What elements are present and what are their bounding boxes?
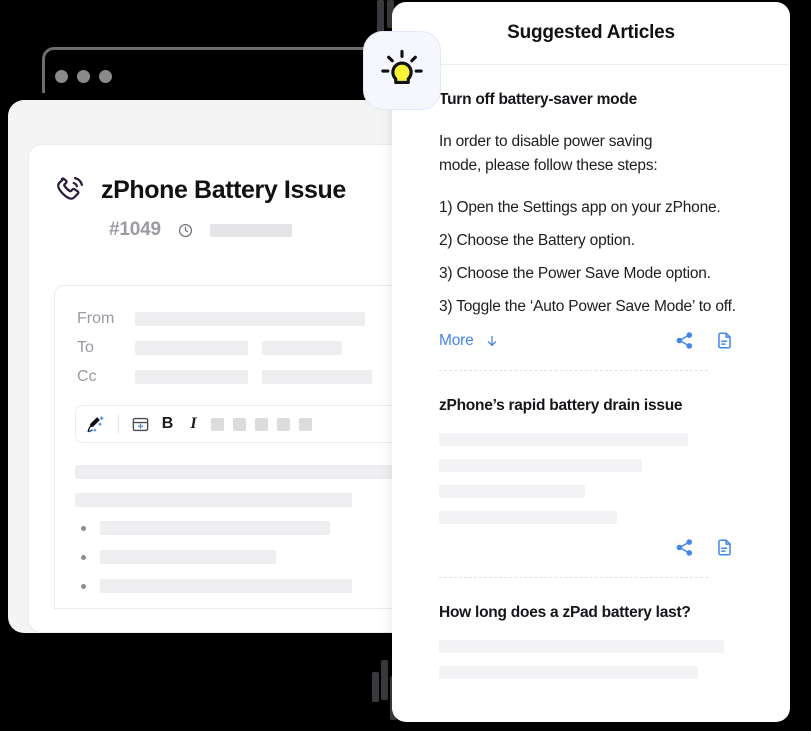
field-value-cc-2[interactable] [262,369,372,384]
article-title: zPhone’s rapid battery drain issue [439,397,683,415]
field-value-to-1[interactable] [135,340,248,355]
article-item[interactable]: Turn off battery-saver mode In order to … [439,65,790,372]
article-skeleton [439,433,768,525]
magic-pen-icon[interactable] [85,414,106,435]
list-item [75,521,419,535]
field-row-to[interactable]: To [55,333,419,362]
body-bullet-list [75,521,419,593]
compose-panel: From To Cc B I [54,285,419,609]
bullet-line-1 [100,521,330,535]
document-icon[interactable] [715,538,734,557]
article-skeleton [439,640,768,680]
more-label: More [439,331,474,349]
skeleton-line [439,459,642,473]
italic-button[interactable]: I [185,415,202,433]
ticket-header: zPhone Battery Issue [29,145,419,207]
bullet-line-3 [100,579,352,593]
toolbar-button-4[interactable] [277,417,290,431]
window-traffic-lights [55,70,112,83]
field-value-cc-1[interactable] [135,369,248,384]
panel-body: Turn off battery-saver mode In order to … [392,65,790,680]
article-step: 3) Toggle the ‘Auto Power Save Mode’ to … [439,298,736,316]
list-item [75,579,419,593]
article-title: How long does a zPad battery last? [439,604,691,622]
suggested-articles-panel: Suggested Articles Turn off battery-save… [392,2,790,722]
article-title: Turn off battery-saver mode [439,91,637,108]
toolbar-divider [118,414,119,434]
toolbar-button-1[interactable] [211,417,224,431]
window-dot-3 [99,70,112,83]
field-row-from[interactable]: From [55,304,419,333]
field-row-cc[interactable]: Cc [55,362,419,391]
ticket-card: zPhone Battery Issue #1049 From To Cc B … [28,144,420,633]
skeleton-line [439,666,698,680]
field-label-from: From [77,309,115,327]
more-button[interactable]: More [439,332,499,350]
share-icon[interactable] [675,331,694,350]
article-step: 2) Choose the Battery option. [439,232,635,250]
page-title: zPhone Battery Issue [101,175,346,204]
share-icon[interactable] [675,538,694,557]
ticket-id: #1049 [109,219,161,240]
decor-tail-5 [372,672,379,702]
field-label-cc: Cc [77,367,97,385]
bullet-icon [81,583,86,589]
article-item[interactable]: zPhone’s rapid battery drain issue [439,371,790,579]
message-body[interactable] [55,443,419,593]
article-item[interactable]: How long does a zPad battery last? [439,578,790,680]
article-paragraph: In order to disable power saving mode, p… [439,133,658,174]
field-value-to-2[interactable] [262,340,342,355]
bullet-icon [81,554,86,560]
body-line-2 [75,493,352,507]
skeleton-line [439,433,688,447]
ticket-meta: #1049 [109,219,419,241]
field-value-from[interactable] [135,311,365,326]
ticket-time-placeholder [209,223,292,237]
panel-title: Suggested Articles [507,22,675,43]
article-steps: 1) Open the Settings app on your zPhone.… [439,199,768,316]
article-action-icons [675,331,734,350]
article-step: 1) Open the Settings app on your zPhone. [439,199,721,217]
skeleton-line [439,485,585,499]
bold-button[interactable]: B [159,415,176,433]
article-actions: More [439,331,768,350]
toolbar-button-5[interactable] [299,417,312,431]
toolbar-button-2[interactable] [233,417,246,431]
field-label-to: To [77,338,94,356]
panel-header: Suggested Articles [392,2,790,65]
body-line-1 [75,465,415,479]
phone-call-icon [53,173,87,207]
clock-icon [178,223,193,238]
window-dot-1 [55,70,68,83]
bullet-line-2 [100,550,276,564]
toolbar-button-3[interactable] [255,417,268,431]
bullet-icon [81,525,86,531]
lightbulb-icon [377,46,427,96]
window-dot-2 [77,70,90,83]
article-action-icons [675,538,734,557]
skeleton-line [439,640,724,654]
skeleton-line [439,511,617,525]
arrow-down-icon [485,333,499,349]
article-actions [439,538,768,557]
lightbulb-badge[interactable] [363,31,441,110]
article-step: 3) Choose the Power Save Mode option. [439,265,711,283]
decor-tail-3 [381,660,388,700]
editor-toolbar: B I [75,405,419,443]
list-item [75,550,419,564]
document-icon[interactable] [715,331,734,350]
insert-row-icon[interactable] [131,415,150,434]
